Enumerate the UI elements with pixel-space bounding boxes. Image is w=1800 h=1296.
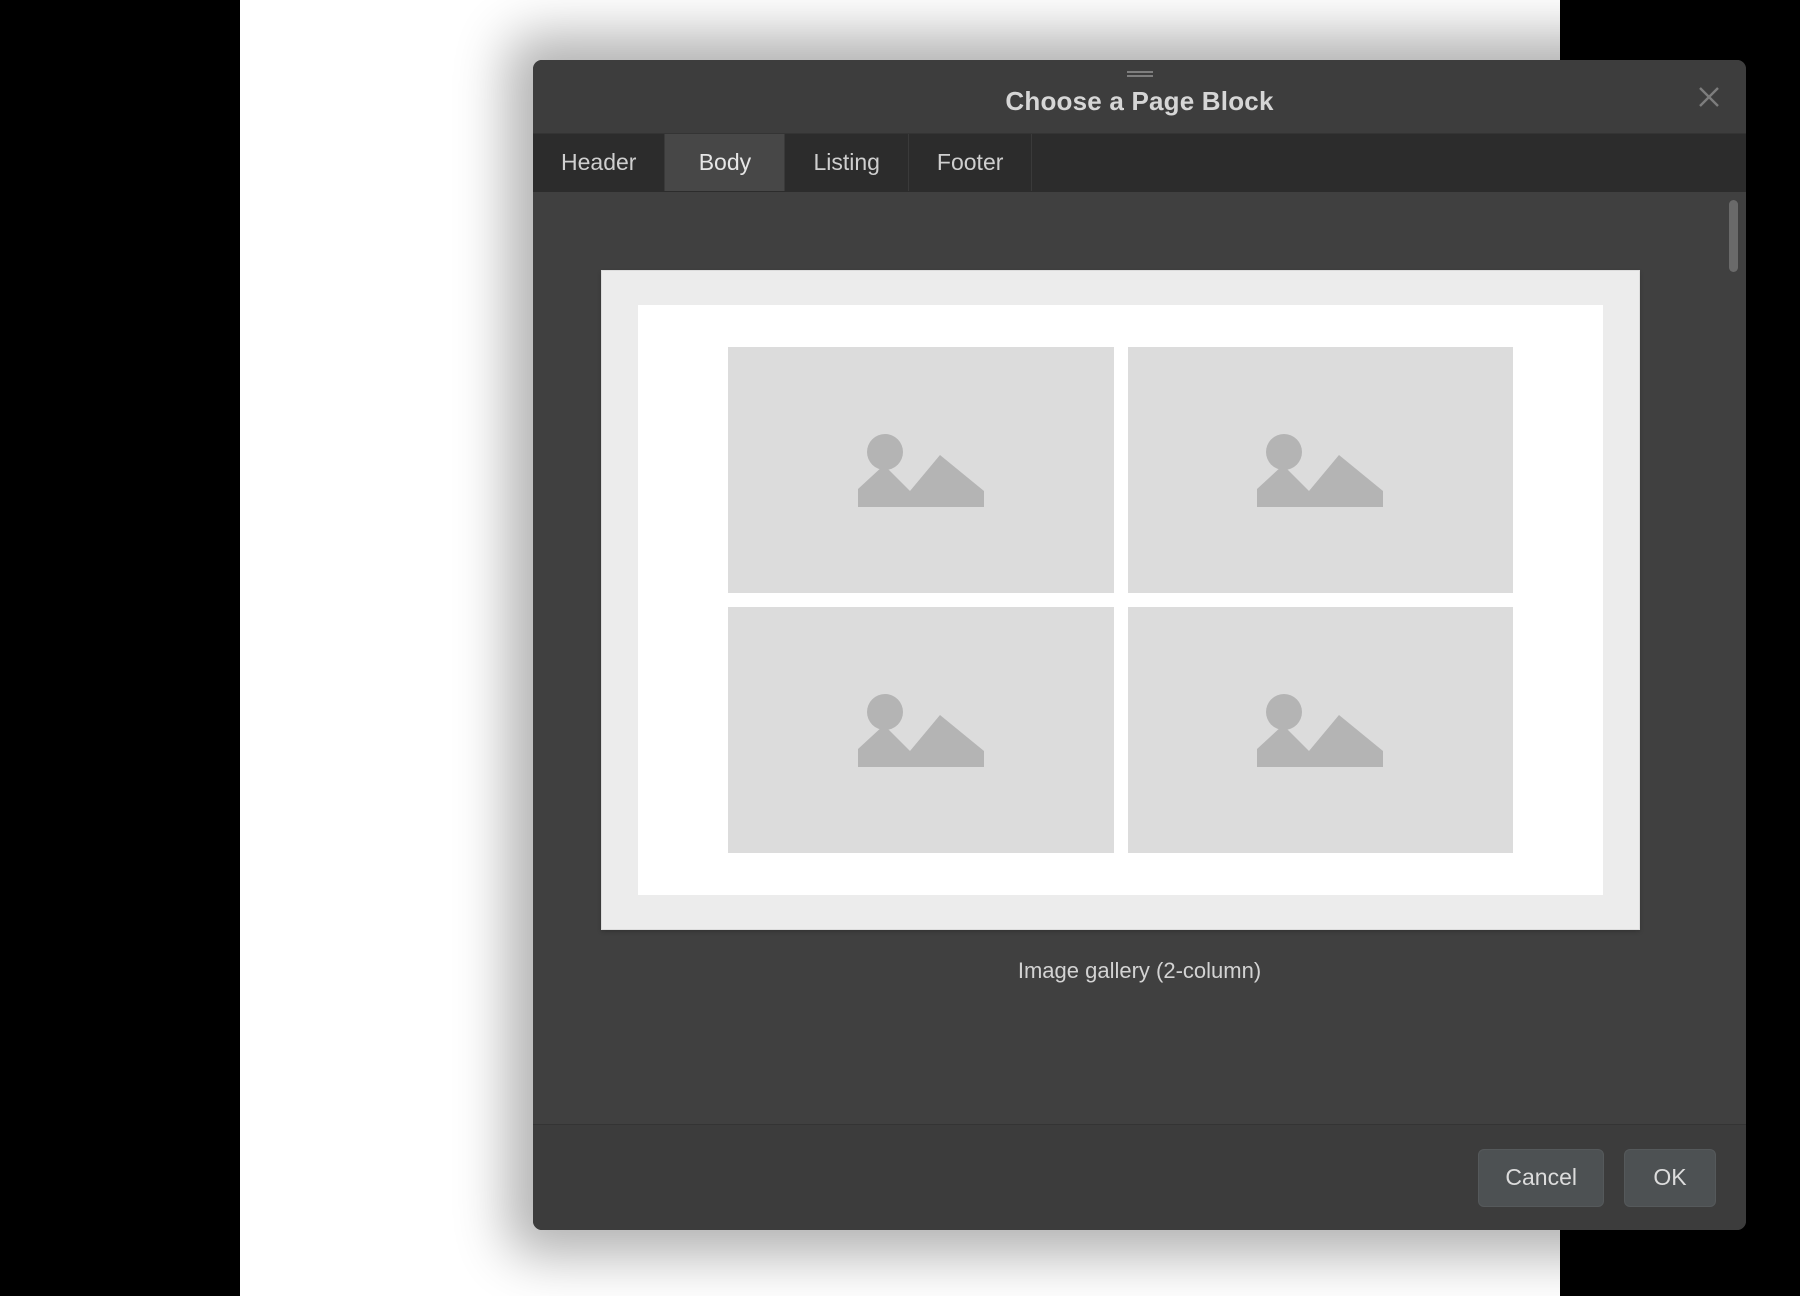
scrollbar-thumb[interactable] (1729, 200, 1738, 272)
tab-header[interactable]: Header (533, 134, 666, 191)
tab-footer[interactable]: Footer (908, 134, 1033, 191)
tab-label: Header (561, 149, 637, 175)
image-gallery-grid (728, 347, 1513, 853)
gallery-tile[interactable] (728, 607, 1114, 853)
dialog-title: Choose a Page Block (1005, 86, 1274, 116)
tab-strip: Header Body Listing Footer (533, 134, 1746, 192)
vertical-scrollbar[interactable] (1728, 192, 1742, 1124)
choose-page-block-dialog: Choose a Page Block Header Body Listing (533, 60, 1746, 1230)
ok-button[interactable]: OK (1624, 1148, 1716, 1207)
block-preview-panel: Image gallery (2-column) (533, 192, 1746, 1124)
dialog-footer: Cancel OK (533, 1124, 1746, 1230)
tab-label: Body (698, 149, 752, 175)
tab-label: Listing (813, 149, 880, 175)
image-placeholder-icon (1253, 687, 1387, 773)
block-caption: Image gallery (2-column) (1017, 958, 1262, 983)
drag-handle-icon[interactable] (1126, 71, 1153, 77)
tab-strip-filler (1032, 134, 1746, 191)
close-button[interactable] (1686, 74, 1732, 120)
gallery-tile[interactable] (1127, 607, 1513, 853)
cancel-button[interactable]: Cancel (1478, 1148, 1604, 1207)
tab-body[interactable]: Body (665, 134, 786, 191)
image-placeholder-icon (854, 427, 988, 513)
image-placeholder-icon (854, 687, 988, 773)
gallery-tile[interactable] (1127, 347, 1513, 593)
dialog-titlebar[interactable]: Choose a Page Block (533, 60, 1746, 134)
tab-listing[interactable]: Listing (785, 134, 909, 191)
block-preview-card[interactable] (601, 270, 1640, 930)
block-preview-page (638, 305, 1603, 895)
tab-label: Footer (936, 149, 1004, 175)
page-backdrop: Choose a Page Block Header Body Listing (240, 0, 1746, 1296)
close-icon (1696, 84, 1722, 110)
image-placeholder-icon (1253, 427, 1387, 513)
gallery-tile[interactable] (728, 347, 1114, 593)
